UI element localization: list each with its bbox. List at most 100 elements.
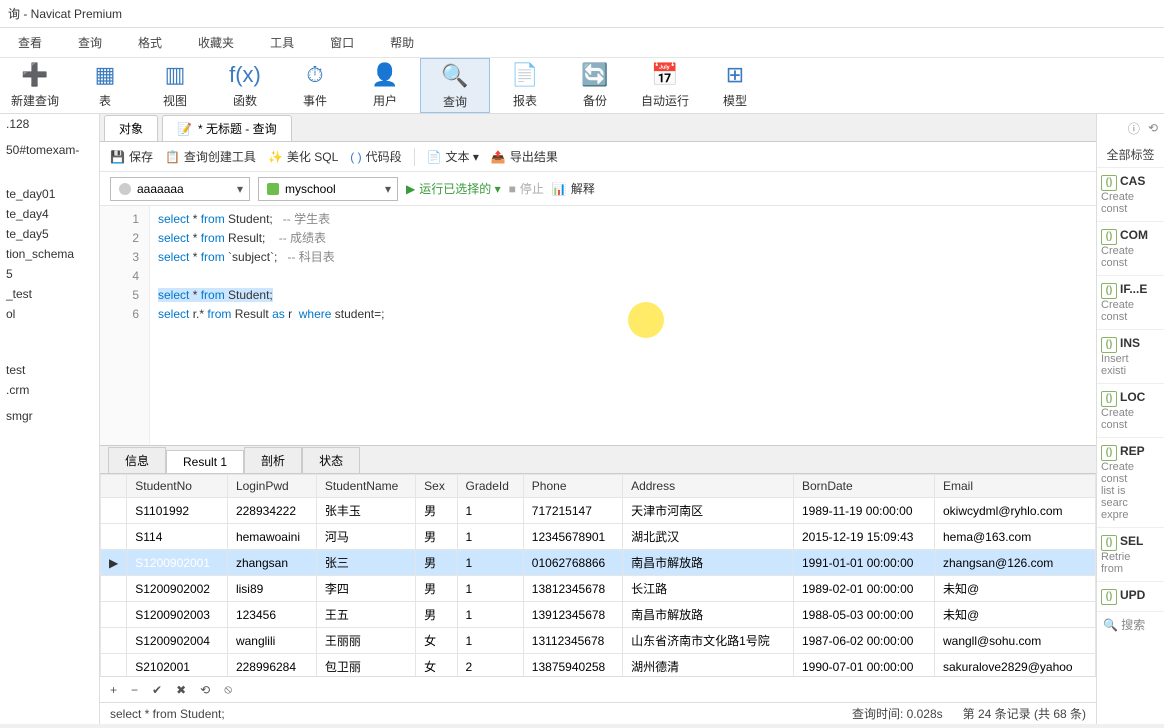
cell[interactable]: S1200902004 [127, 628, 228, 654]
cell[interactable]: 南昌市解放路 [623, 550, 794, 576]
menu-query[interactable]: 查询 [60, 28, 120, 57]
cell[interactable]: 女 [416, 654, 457, 677]
connection-combo[interactable]: aaaaaaa [110, 177, 250, 201]
cell[interactable]: 女 [416, 628, 457, 654]
cell[interactable]: 男 [416, 576, 457, 602]
cell[interactable]: 未知@ [934, 576, 1095, 602]
cell[interactable]: 717215147 [523, 498, 622, 524]
cell[interactable]: wanglili [227, 628, 316, 654]
code-area[interactable]: select * from Student; -- 学生表 select * f… [150, 206, 392, 445]
snippet-item[interactable]: ()UPD [1097, 582, 1164, 612]
tree-item[interactable]: te_day4 [0, 204, 99, 224]
cell[interactable]: 湖北武汉 [623, 524, 794, 550]
cell[interactable]: 未知@ [934, 602, 1095, 628]
col-header[interactable]: LoginPwd [227, 475, 316, 498]
snippet-search[interactable]: 搜索 [1121, 618, 1145, 632]
ribbon-自动运行[interactable]: 📅自动运行 [630, 58, 700, 113]
table-row[interactable]: S114hemawoaini河马男112345678901湖北武汉2015-12… [101, 524, 1096, 550]
tab-profile[interactable]: 剖析 [244, 447, 302, 473]
all-tags-dropdown[interactable]: 全部标签 [1097, 142, 1164, 168]
cell[interactable]: 228996284 [227, 654, 316, 677]
cell[interactable]: okiwcydml@ryhlo.com [934, 498, 1095, 524]
cell[interactable]: 1989-11-19 00:00:00 [793, 498, 934, 524]
tab-query[interactable]: 📝* 无标题 - 查询 [162, 115, 292, 141]
explain-button[interactable]: 📊 解释 [552, 180, 595, 197]
beautify-sql-button[interactable]: ✨ 美化 SQL [268, 148, 338, 165]
table-row[interactable]: S1101992228934222张丰玉男1717215147天津市河南区198… [101, 498, 1096, 524]
tree-item[interactable]: test [0, 360, 99, 380]
cell[interactable]: S114 [127, 524, 228, 550]
ribbon-用户[interactable]: 👤用户 [350, 58, 420, 113]
tree-item[interactable]: .128 [0, 114, 99, 134]
snippet-item[interactable]: ()IF...ECreateconst [1097, 276, 1164, 330]
cell[interactable]: 李四 [316, 576, 415, 602]
cell[interactable]: hemawoaini [227, 524, 316, 550]
col-header[interactable]: BornDate [793, 475, 934, 498]
table-row[interactable]: S1200902003123456王五男113912345678南昌市解放路19… [101, 602, 1096, 628]
table-row[interactable]: ▶S1200902001zhangsan张三男101062768866南昌市解放… [101, 550, 1096, 576]
ribbon-视图[interactable]: ▥视图 [140, 58, 210, 113]
cell[interactable]: 228934222 [227, 498, 316, 524]
tree-item[interactable]: tion_schema [0, 244, 99, 264]
cell[interactable]: 男 [416, 550, 457, 576]
apply-button[interactable]: ✔ [152, 683, 162, 697]
ribbon-表[interactable]: ▦表 [70, 58, 140, 113]
cell[interactable]: 湖州德清 [623, 654, 794, 677]
snippet-item[interactable]: ()CASCreateconst [1097, 168, 1164, 222]
cell[interactable]: 张丰玉 [316, 498, 415, 524]
cell[interactable]: 天津市河南区 [623, 498, 794, 524]
cell[interactable]: 河马 [316, 524, 415, 550]
cell[interactable]: 13912345678 [523, 602, 622, 628]
cell[interactable]: 男 [416, 602, 457, 628]
cell[interactable]: 1 [457, 628, 523, 654]
cell[interactable]: 13875940258 [523, 654, 622, 677]
database-combo[interactable]: myschool [258, 177, 398, 201]
cell[interactable]: lisi89 [227, 576, 316, 602]
ribbon-查询[interactable]: 🔍查询 [420, 58, 490, 113]
cell[interactable]: S2102001 [127, 654, 228, 677]
cell[interactable]: 12345678901 [523, 524, 622, 550]
ribbon-函数[interactable]: f(x)函数 [210, 58, 280, 113]
ribbon-备份[interactable]: 🔄备份 [560, 58, 630, 113]
table-row[interactable]: S2102001228996284包卫丽女213875940258湖州德清199… [101, 654, 1096, 677]
ribbon-新建查询[interactable]: ➕新建查询 [0, 58, 70, 113]
cell[interactable]: 1989-02-01 00:00:00 [793, 576, 934, 602]
cell[interactable]: 13812345678 [523, 576, 622, 602]
ribbon-报表[interactable]: 📄报表 [490, 58, 560, 113]
menu-favorites[interactable]: 收藏夹 [180, 28, 252, 57]
run-button[interactable]: ▶ 运行已选择的 ▾ [406, 180, 501, 197]
result-grid[interactable]: StudentNoLoginPwdStudentNameSexGradeIdPh… [100, 474, 1096, 676]
refresh-button[interactable]: ⟲ [200, 683, 210, 697]
cell[interactable]: S1200902001 [127, 550, 228, 576]
cell[interactable]: 13112345678 [523, 628, 622, 654]
col-header[interactable]: GradeId [457, 475, 523, 498]
cell[interactable]: wangll@sohu.com [934, 628, 1095, 654]
tab-status[interactable]: 状态 [302, 447, 360, 473]
cell[interactable]: 张三 [316, 550, 415, 576]
info-icon[interactable]: ⓘ [1128, 120, 1140, 137]
export-result-button[interactable]: 📤 导出结果 [491, 148, 558, 165]
cell[interactable]: 男 [416, 524, 457, 550]
cell[interactable]: 2 [457, 654, 523, 677]
tree-item[interactable]: te_day01 [0, 184, 99, 204]
cell[interactable]: S1200902002 [127, 576, 228, 602]
cell[interactable]: 长江路 [623, 576, 794, 602]
cell[interactable]: 123456 [227, 602, 316, 628]
cancel-edit-button[interactable]: ✖ [176, 683, 186, 697]
col-header[interactable]: StudentName [316, 475, 415, 498]
tree-item[interactable]: 50#tomexam- [0, 140, 99, 160]
add-row-button[interactable]: + [110, 683, 117, 697]
snippet-item[interactable]: ()COMCreateconst [1097, 222, 1164, 276]
cell[interactable]: 1 [457, 576, 523, 602]
table-row[interactable]: S1200902004wanglili王丽丽女113112345678山东省济南… [101, 628, 1096, 654]
text-button[interactable]: 📄 文本 ▾ [427, 148, 479, 165]
cell[interactable]: 1990-07-01 00:00:00 [793, 654, 934, 677]
cell[interactable]: 1 [457, 602, 523, 628]
col-header[interactable]: Phone [523, 475, 622, 498]
tree-item[interactable]: .crm [0, 380, 99, 400]
cell[interactable]: 南昌市解放路 [623, 602, 794, 628]
cell[interactable]: S1200902003 [127, 602, 228, 628]
cell[interactable]: 男 [416, 498, 457, 524]
stop-grid-button[interactable]: ⦸ [224, 682, 232, 697]
refresh-icon[interactable]: ⟲ [1148, 121, 1158, 135]
